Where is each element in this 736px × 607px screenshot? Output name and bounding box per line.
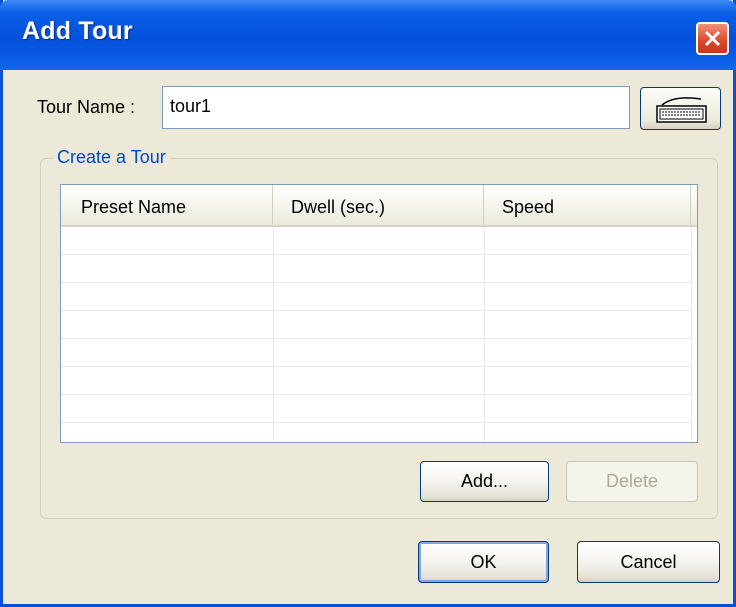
list-row-divider: [61, 310, 691, 311]
list-row-divider: [61, 394, 691, 395]
title-bar[interactable]: Add Tour: [0, 0, 736, 70]
column-header-speed[interactable]: Speed: [484, 185, 691, 225]
list-body[interactable]: [61, 227, 697, 442]
list-header: Preset Name Dwell (sec.) Speed: [61, 185, 697, 227]
tour-name-input[interactable]: tour1: [162, 86, 630, 129]
tour-name-label: Tour Name :: [37, 97, 136, 117]
close-icon: [704, 30, 721, 47]
add-tour-dialog: Add Tour Tour Name : tour1 Create a Tour…: [0, 0, 736, 607]
column-divider: [691, 227, 692, 442]
column-header-dwell[interactable]: Dwell (sec.): [273, 185, 484, 225]
list-row-divider: [61, 282, 691, 283]
list-row-divider: [61, 366, 691, 367]
cancel-button[interactable]: Cancel: [577, 541, 720, 583]
ok-button[interactable]: OK: [418, 541, 549, 583]
dialog-title: Add Tour: [22, 17, 133, 45]
list-row-divider: [61, 422, 691, 423]
column-header-preset-name[interactable]: Preset Name: [61, 185, 273, 225]
column-divider: [273, 227, 274, 442]
column-divider: [484, 227, 485, 442]
keyboard-icon: [656, 97, 707, 123]
list-row-divider: [61, 254, 691, 255]
delete-button[interactable]: Delete: [566, 461, 698, 502]
close-button[interactable]: [696, 22, 729, 55]
list-row-divider: [61, 338, 691, 339]
create-tour-group-title: Create a Tour: [53, 147, 170, 168]
add-button[interactable]: Add...: [420, 461, 549, 502]
virtual-keyboard-button[interactable]: [640, 87, 721, 130]
tour-preset-list[interactable]: Preset Name Dwell (sec.) Speed: [60, 184, 698, 443]
